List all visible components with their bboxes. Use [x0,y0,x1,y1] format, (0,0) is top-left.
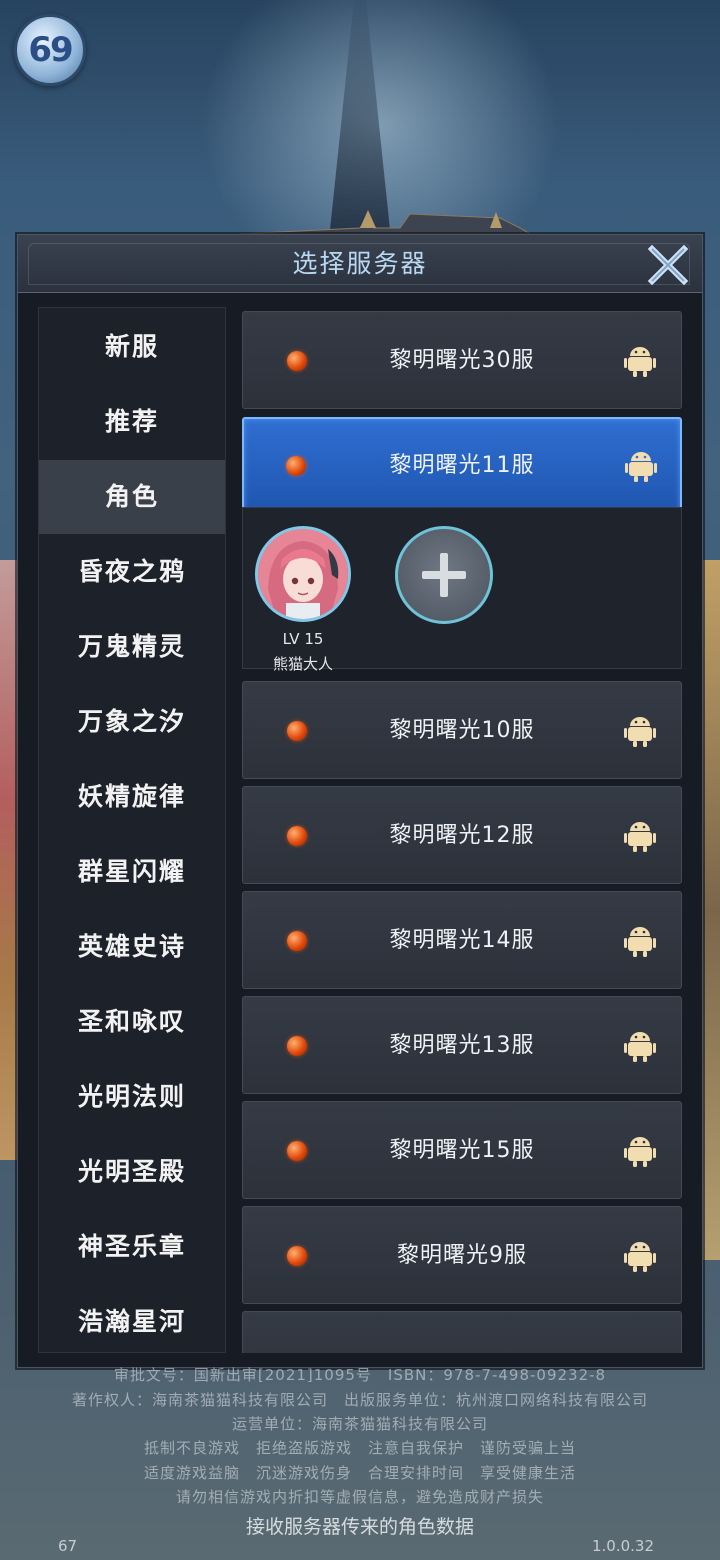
server-select-dialog: 选择服务器 新服 推荐 角色 昏夜之鸦 万鬼精灵 万象之汐 妖精旋律 群星闪耀 … [17,234,703,1368]
footer-approval-line: 审批文号：国新出审[2021]1095号 ISBN：978-7-498-0923… [113,1366,607,1384]
server-status-dot [287,1141,307,1161]
character-avatar[interactable] [255,526,351,622]
server-name: 黎明曙光14服 [389,928,535,953]
server-row[interactable]: 黎明曙光14服 [242,891,682,989]
server-name: 黎明曙光15服 [389,1138,535,1163]
sidebar-item-group-9[interactable]: 光明圣殿 [39,1135,225,1209]
android-icon [624,927,656,957]
server-row[interactable]: 黎明曙光12服 [242,786,682,884]
server-name: 黎明曙光10服 [389,718,535,743]
server-status-dot [287,1246,307,1266]
character-portrait [258,529,348,619]
android-icon [624,1137,656,1167]
footer-fraud-notice: 请勿相信游戏内折扣等虚假信息，避免造成财产损失 [175,1488,544,1506]
android-icon [624,1242,656,1272]
character-panel: LV 15 熊猫大人 [242,507,682,673]
footer-copyright-line: 著作权人：海南茶猫猫科技有限公司 出版服务单位：杭州渡口网络科技有限公司 [71,1391,648,1409]
android-icon [624,347,656,377]
server-status-dot [287,931,307,951]
server-row[interactable]: 黎明曙光15服 [242,1101,682,1199]
sidebar-item-group-3[interactable]: 万象之汐 [39,685,225,759]
background-character-right [700,560,720,1260]
server-row[interactable]: 黎明曙光30服 [242,311,682,409]
server-name: 黎明曙光11服 [389,453,535,478]
plus-icon [422,553,466,597]
sidebar-item-group-2[interactable]: 万鬼精灵 [39,610,225,684]
server-status-dot [287,721,307,741]
sidebar-item-group-7[interactable]: 圣和咏叹 [39,985,225,1059]
server-name: 黎明曙光30服 [389,348,535,373]
server-status-dot [287,826,307,846]
server-row[interactable]: 黎明曙光13服 [242,996,682,1094]
sidebar-item-group-6[interactable]: 英雄史诗 [39,910,225,984]
server-row-partial[interactable] [242,1311,682,1353]
sidebar-item-new[interactable]: 新服 [39,310,225,384]
server-name: 黎明曙光12服 [389,823,535,848]
sidebar-item-group-11[interactable]: 浩瀚星河 [39,1285,225,1359]
android-icon [625,452,657,482]
character-level: LV 15 [282,630,324,648]
server-status-dot [287,1036,307,1056]
version-label: 1.0.0.32 [591,1537,654,1555]
footer-operator-line: 运营单位：海南茶猫猫科技有限公司 [231,1415,488,1433]
server-name: 黎明曙光13服 [389,1033,535,1058]
server-status-dot [286,456,306,476]
server-status-dot [287,351,307,371]
server-row[interactable]: 黎明曙光10服 [242,681,682,779]
server-row-selected[interactable]: 黎明曙光11服 [242,417,682,515]
footer-left-number: 67 [58,1537,78,1555]
character-name: 熊猫大人 [272,655,333,673]
close-button[interactable] [646,243,690,287]
server-category-sidebar: 新服 推荐 角色 昏夜之鸦 万鬼精灵 万象之汐 妖精旋律 群星闪耀 英雄史诗 圣… [38,307,226,1353]
footer-health-notice-2: 适度游戏益脑 沉迷游戏伤身 合理安排时间 享受健康生活 [143,1464,576,1482]
loading-status-text: 接收服务器传来的角色数据 [245,1516,474,1538]
close-x-icon [647,244,689,286]
server-name: 黎明曙光9服 [397,1243,527,1268]
android-icon [624,1032,656,1062]
game-logo: 69 [14,14,86,86]
android-icon [624,822,656,852]
footer-health-notice-1: 抵制不良游戏 拒绝盗版游戏 注意自我保护 谨防受骗上当 [143,1439,576,1457]
android-icon [624,717,656,747]
sidebar-item-group-8[interactable]: 光明法则 [39,1060,225,1134]
sidebar-item-character[interactable]: 角色 [39,460,225,534]
server-row[interactable]: 黎明曙光9服 [242,1206,682,1304]
server-list: 黎明曙光30服 黎明曙光11服 LV 15 熊猫大人 黎明曙光10服 黎明曙光1… [242,307,686,1353]
sidebar-item-group-4[interactable]: 妖精旋律 [39,760,225,834]
logo-text: 69 [28,30,73,70]
dialog-title: 选择服务器 [292,249,428,278]
sidebar-item-group-1[interactable]: 昏夜之鸦 [39,535,225,609]
sidebar-item-group-5[interactable]: 群星闪耀 [39,835,225,909]
sidebar-item-recommended[interactable]: 推荐 [39,385,225,459]
sidebar-item-group-10[interactable]: 神圣乐章 [39,1210,225,1284]
add-character-button[interactable] [395,526,493,624]
dialog-ornament [240,210,530,235]
dialog-header: 选择服务器 [18,235,702,293]
